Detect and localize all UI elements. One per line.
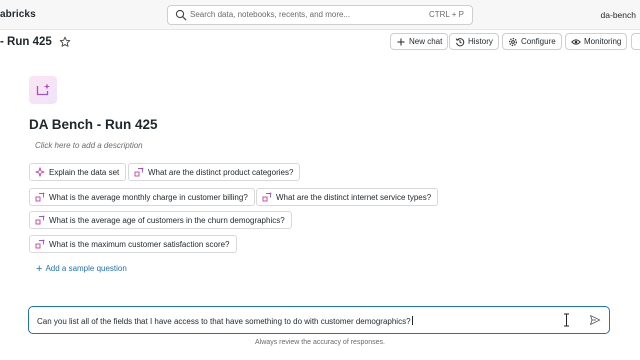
history-label: History (468, 37, 493, 46)
plus-icon: + (36, 262, 43, 275)
overflow-button[interactable] (631, 33, 640, 50)
eye-icon (571, 38, 581, 45)
sparkle-icon (35, 167, 45, 177)
add-sample-question-label: Add a sample question (45, 264, 127, 273)
global-search[interactable]: Search data, notebooks, recents, and mor… (167, 5, 473, 25)
history-icon (455, 37, 465, 46)
space-title: DA Bench - Run 425 (29, 117, 158, 132)
chat-input[interactable]: Can you list all of the fields that I ha… (28, 306, 610, 334)
history-button[interactable]: History (449, 33, 499, 50)
text-cursor-icon (564, 313, 569, 327)
top-bar: abricks Search data, notebooks, recents,… (0, 0, 640, 30)
sample-question-label: What are the distinct internet service t… (276, 192, 432, 202)
search-shortcut: CTRL + P (428, 10, 464, 19)
sample-question-label: What is the average monthly charge in cu… (49, 192, 248, 202)
text-caret (411, 316, 413, 325)
disclaimer-text: Always review the accuracy of responses. (255, 339, 385, 346)
sample-question-icon (262, 192, 272, 202)
monitoring-button[interactable]: Monitoring (565, 33, 628, 50)
genie-space-logo (29, 76, 57, 104)
search-icon (175, 9, 187, 21)
new-chat-label: New chat (409, 37, 443, 46)
plus-icon (397, 38, 405, 45)
sample-question-chip[interactable]: What is the maximum customer satisfactio… (29, 235, 237, 253)
monitoring-label: Monitoring (584, 37, 622, 46)
sample-question-label: What is the maximum customer satisfactio… (49, 239, 230, 249)
search-placeholder: Search data, notebooks, recents, and mor… (190, 10, 351, 19)
star-icon[interactable] (59, 36, 71, 48)
configure-button[interactable]: Configure (502, 33, 562, 50)
sample-question-chip[interactable]: What is the average age of customers in … (29, 211, 292, 229)
configure-label: Configure (521, 37, 556, 46)
gear-icon (508, 37, 518, 46)
sample-question-icon (134, 167, 144, 177)
sparkle-chat-icon (36, 83, 50, 96)
description-placeholder[interactable]: Click here to add a description (35, 141, 143, 150)
sample-question-chip[interactable]: Explain the data set (29, 163, 127, 181)
send-icon[interactable] (589, 314, 601, 326)
new-chat-button[interactable]: New chat (390, 33, 449, 50)
brand-logo[interactable]: abricks (0, 9, 36, 20)
sample-question-icon (35, 215, 45, 225)
sample-question-label: Explain the data set (49, 167, 120, 177)
sample-question-chip[interactable]: What are the distinct product categories… (128, 163, 301, 181)
chat-input-value: Can you list all of the fields that I ha… (37, 317, 411, 326)
chat-input-text[interactable]: Can you list all of the fields that I ha… (37, 316, 413, 326)
add-sample-question-link[interactable]: + Add a sample question (36, 262, 127, 275)
workspace-name[interactable]: da-bench (601, 10, 636, 20)
sample-question-icon (35, 239, 45, 249)
sample-question-label: What are the distinct product categories… (148, 167, 294, 177)
page-title: - Run 425 (0, 36, 52, 48)
sample-question-icon (35, 192, 45, 202)
sample-question-chip[interactable]: What are the distinct internet service t… (256, 188, 439, 206)
sample-question-chip[interactable]: What is the average monthly charge in cu… (29, 188, 255, 206)
sample-question-label: What is the average age of customers in … (49, 215, 285, 225)
